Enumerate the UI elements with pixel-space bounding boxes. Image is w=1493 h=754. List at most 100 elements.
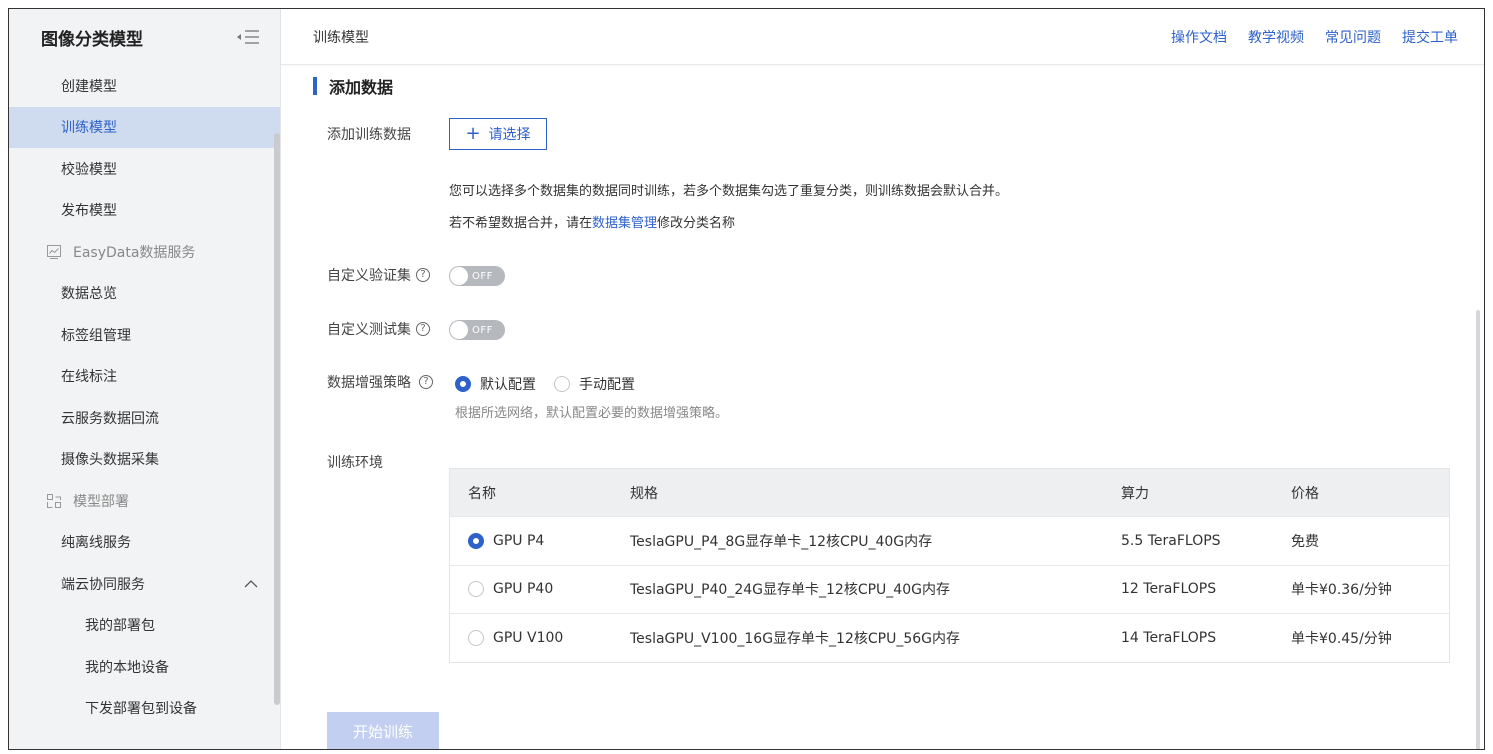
radio-unselected[interactable] (554, 376, 570, 392)
augmentation-hint: 根据所选网络，默认配置必要的数据增强策略。 (455, 406, 729, 421)
plus-icon: + (465, 123, 481, 144)
sidebar-item-my-packages[interactable]: 我的部署包 (9, 605, 280, 647)
toggle-knob (450, 321, 468, 339)
sidebar-item-data-overview[interactable]: 数据总览 (9, 273, 280, 315)
add-data-label: 添加训练数据 (327, 124, 411, 144)
sidebar-item-label: 摄像头数据采集 (61, 452, 159, 469)
aug-manual-option[interactable]: 手动配置 (554, 374, 635, 394)
sidebar-title: 图像分类模型 (41, 29, 143, 50)
sidebar-header: 图像分类模型 (9, 9, 280, 65)
gpu-name: GPU P4 (493, 532, 545, 549)
sidebar-item-label: 校验模型 (61, 161, 117, 178)
aug-default-option[interactable]: 默认配置 (455, 374, 536, 394)
gpu-power: 12 TeraFLOPS (1121, 581, 1217, 598)
sidebar-item-label: 发布模型 (61, 203, 117, 220)
add-data-label-text: 添加训练数据 (327, 127, 411, 143)
merge-description: 您可以选择多个数据集的数据同时训练，若多个数据集勾选了重复分类，则训练数据会默认… (449, 184, 1009, 199)
sidebar-item-my-devices[interactable]: 我的本地设备 (9, 646, 280, 688)
sidebar-item-label: 数据总览 (61, 286, 117, 303)
sidebar-item-offline-service[interactable]: 纯离线服务 (9, 522, 280, 564)
sidebar-item-label: 我的部署包 (85, 618, 155, 635)
chart-icon (47, 244, 61, 259)
gpu-name-cell: GPU V100 (450, 629, 612, 646)
collapse-menu-icon[interactable] (236, 28, 260, 46)
custom-test-text: 自定义测试集 (327, 322, 411, 338)
gpu-name: GPU P40 (493, 581, 554, 598)
sidebar-item-edge-cloud-service[interactable]: 端云协同服务 (9, 563, 280, 605)
merge-instruction-suffix: 修改分类名称 (657, 216, 736, 231)
radio-unselected[interactable] (468, 581, 484, 598)
gpu-spec: TeslaGPU_P4_8G显存单卡_12核CPU_40G内存 (630, 533, 933, 550)
select-button-label: 请选择 (488, 127, 531, 143)
breadcrumb: 训练模型 (313, 29, 369, 46)
gpu-price: 单卡¥0.45/分钟 (1291, 630, 1392, 647)
radio-selected[interactable] (455, 376, 471, 392)
sidebar-item-push-package[interactable]: 下发部署包到设备 (9, 688, 280, 730)
sidebar-item-label: 云服务数据回流 (61, 410, 159, 427)
sidebar-group-label: 模型部署 (73, 493, 129, 510)
toggle-state: OFF (472, 324, 493, 336)
sidebar-group-easydata[interactable]: EasyData数据服务 (9, 231, 280, 273)
gpu-spec: TeslaGPU_P40_24G显存单卡_12核CPU_40G内存 (630, 582, 950, 599)
main-scrollbar[interactable] (1476, 310, 1480, 749)
sidebar-item-camera-collection[interactable]: 摄像头数据采集 (9, 439, 280, 481)
gpu-price: 免费 (1291, 533, 1319, 550)
submit-ticket-link[interactable]: 提交工单 (1402, 27, 1458, 47)
select-dataset-button[interactable]: + 请选择 (449, 118, 547, 150)
training-env-label: 训练环境 (327, 452, 383, 472)
sidebar-group-model-deploy[interactable]: 模型部署 (9, 480, 280, 522)
gpu-price: 单卡¥0.36/分钟 (1291, 582, 1392, 599)
sidebar-item-label: 创建模型 (61, 78, 117, 95)
custom-validation-toggle[interactable]: OFF (449, 266, 505, 286)
sidebar-item-label: 训练模型 (61, 120, 117, 137)
section-title: 添加数据 (313, 74, 393, 98)
sidebar-group-label: EasyData数据服务 (73, 244, 196, 261)
gpu-spec: TeslaGPU_V100_16G显存单卡_12核CPU_56G内存 (630, 630, 960, 647)
chevron-up-icon[interactable] (244, 579, 258, 589)
gpu-name: GPU V100 (493, 629, 564, 646)
toggle-state: OFF (472, 270, 493, 282)
start-training-button[interactable]: 开始训练 (327, 712, 439, 749)
sidebar-scrollbar[interactable] (274, 133, 280, 705)
sidebar-item-publish-model[interactable]: 发布模型 (9, 190, 280, 232)
training-env-table: 名称 规格 算力 价格 GPU P4 TeslaGPU_P4_8G显存单卡_12… (449, 468, 1450, 663)
gpu-power: 5.5 TeraFLOPS (1121, 532, 1221, 549)
sidebar-item-label: 纯离线服务 (61, 535, 131, 552)
main-content: 添加数据 添加训练数据 + 请选择 您可以选择多个数据集的数据同时训练，若多个数… (281, 66, 1484, 749)
sidebar-item-validate-model[interactable]: 校验模型 (9, 148, 280, 190)
sidebar-item-create-model[interactable]: 创建模型 (9, 65, 280, 107)
help-icon[interactable]: ? (416, 268, 430, 282)
custom-test-toggle[interactable]: OFF (449, 320, 505, 340)
table-row[interactable]: GPU P40 TeslaGPU_P40_24G显存单卡_12核CPU_40G内… (450, 564, 1449, 614)
deploy-icon (47, 493, 61, 508)
docs-link[interactable]: 操作文档 (1171, 27, 1227, 47)
sidebar-item-label: 下发部署包到设备 (85, 701, 197, 718)
section-accent-bar (313, 77, 317, 95)
sidebar-item-online-annotation[interactable]: 在线标注 (9, 356, 280, 398)
augmentation-text: 数据增强策略 (327, 375, 411, 391)
dataset-management-link[interactable]: 数据集管理 (592, 216, 657, 231)
merge-instruction: 若不希望数据合并，请在数据集管理修改分类名称 (449, 212, 735, 231)
sidebar-item-cloud-data-reflow[interactable]: 云服务数据回流 (9, 397, 280, 439)
radio-selected[interactable] (468, 532, 484, 549)
aug-default-label: 默认配置 (480, 377, 536, 393)
section-title-text: 添加数据 (329, 78, 394, 97)
aug-manual-label: 手动配置 (579, 377, 635, 393)
sidebar-item-train-model[interactable]: 训练模型 (9, 106, 280, 148)
table-row[interactable]: GPU P4 TeslaGPU_P4_8G显存单卡_12核CPU_40G内存 5… (450, 516, 1449, 565)
gpu-name-cell: GPU P40 (450, 581, 612, 598)
sidebar-item-label-groups[interactable]: 标签组管理 (9, 314, 280, 356)
merge-instruction-prefix: 若不希望数据合并，请在 (449, 216, 593, 231)
table-row[interactable]: GPU V100 TeslaGPU_V100_16G显存单卡_12核CPU_56… (450, 613, 1449, 662)
sidebar-item-label: 在线标注 (61, 369, 117, 386)
help-icon[interactable]: ? (416, 322, 430, 336)
gpu-name-cell: GPU P4 (450, 532, 612, 549)
sidebar-item-label: 端云协同服务 (61, 576, 145, 593)
sidebar-item-label: 标签组管理 (61, 327, 131, 344)
radio-unselected[interactable] (468, 629, 484, 646)
faq-link[interactable]: 常见问题 (1325, 27, 1381, 47)
augmentation-options: 默认配置 手动配置 (455, 374, 653, 394)
tutorial-video-link[interactable]: 教学视频 (1248, 27, 1304, 47)
header-name: 名称 (468, 485, 496, 502)
help-icon[interactable]: ? (419, 375, 433, 389)
